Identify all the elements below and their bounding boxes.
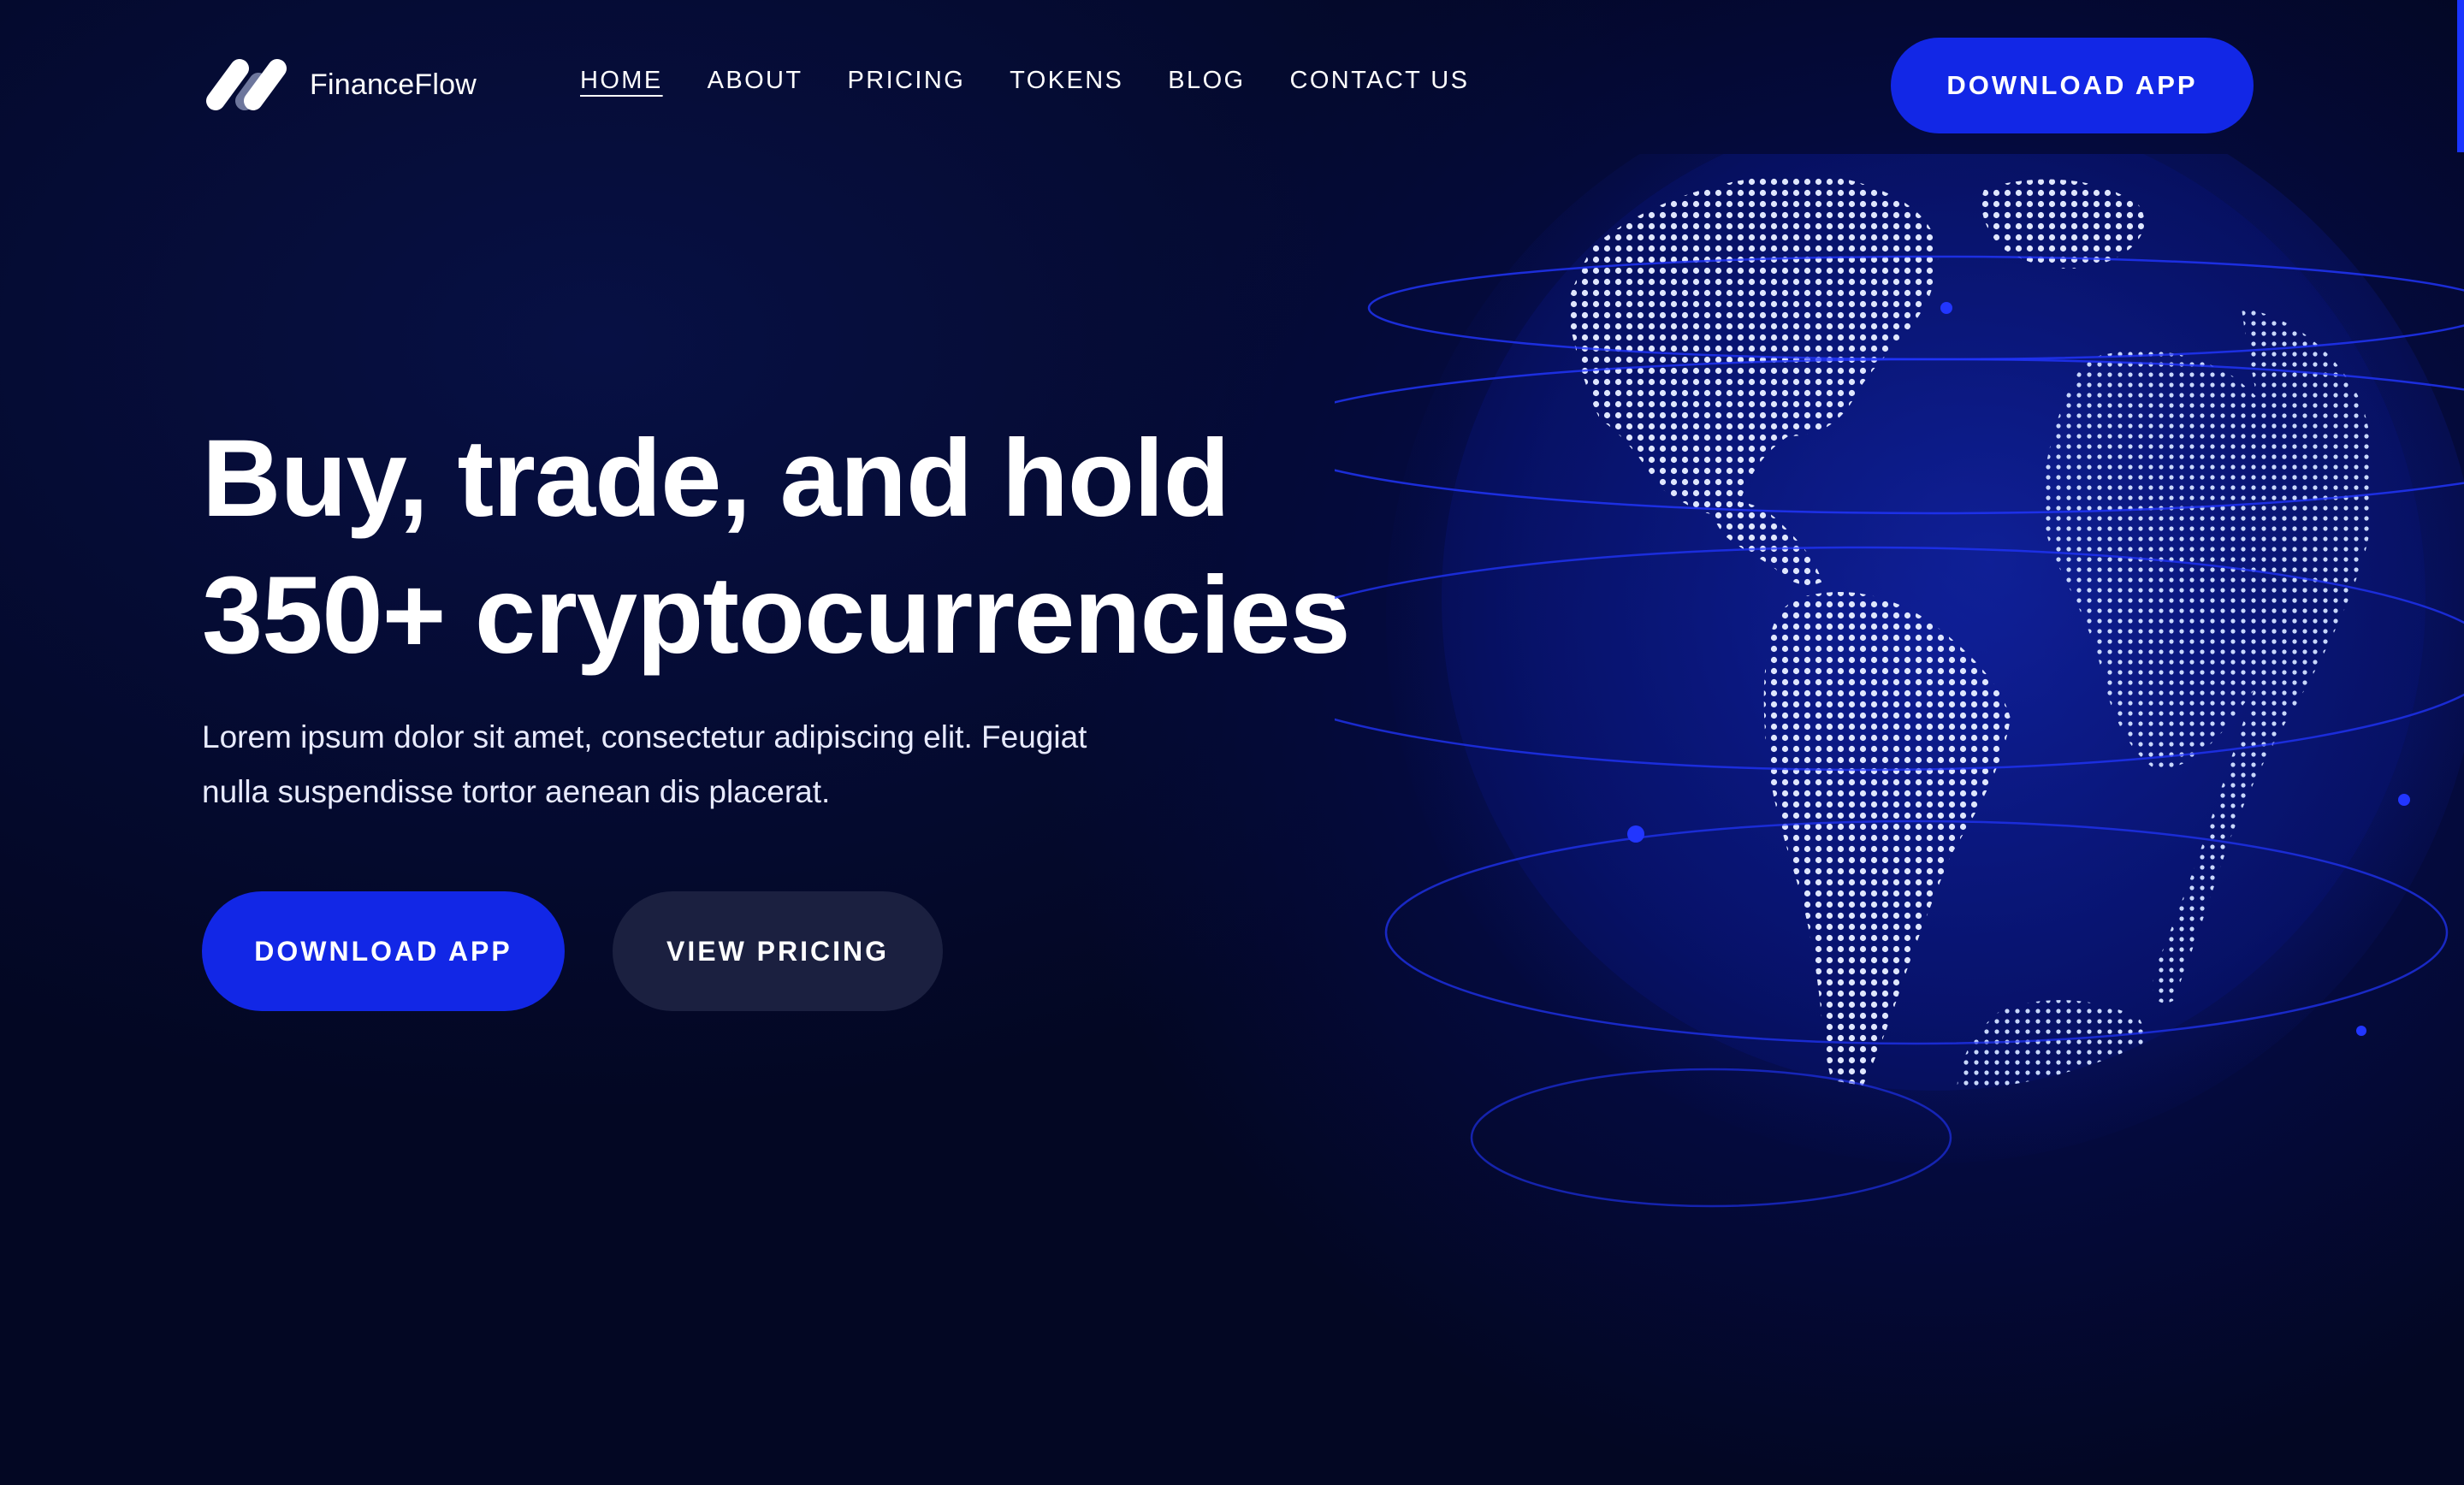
nav-about[interactable]: ABOUT bbox=[708, 67, 803, 100]
view-pricing-button[interactable]: VIEW PRICING bbox=[613, 891, 943, 1011]
nav-blog[interactable]: BLOG bbox=[1168, 67, 1245, 100]
hero-headline-line-2: 350+ cryptocurrencies bbox=[202, 554, 1351, 677]
hero-headline-line-1: Buy, trade, and hold bbox=[202, 417, 1230, 540]
landing-page: FinanceFlow HOME ABOUT PRICING TOKENS BL… bbox=[0, 0, 2464, 1485]
hero-download-app-button[interactable]: DOWNLOAD APP bbox=[202, 891, 565, 1011]
nav-contact-us[interactable]: CONTACT US bbox=[1289, 67, 1469, 100]
scrollbar-thumb[interactable] bbox=[2457, 0, 2464, 152]
brand-logo[interactable]: FinanceFlow bbox=[202, 56, 477, 113]
header-download-app-button[interactable]: DOWNLOAD APP bbox=[1891, 38, 2254, 133]
brand-name: FinanceFlow bbox=[310, 68, 477, 101]
nav-tokens[interactable]: TOKENS bbox=[1010, 67, 1123, 100]
hero-subtext: Lorem ipsum dolor sit amet, consectetur … bbox=[202, 719, 1087, 809]
nav-pricing[interactable]: PRICING bbox=[848, 67, 966, 100]
nav-home[interactable]: HOME bbox=[580, 67, 663, 100]
orbit-node bbox=[1940, 302, 1952, 314]
financeflow-logo-icon bbox=[206, 59, 287, 110]
orbit-node bbox=[1627, 825, 1644, 843]
orbit-node bbox=[2356, 1026, 2366, 1036]
dotted-world-globe-illustration bbox=[1335, 154, 2464, 1208]
orbit-node bbox=[2398, 794, 2410, 806]
main-nav: HOME ABOUT PRICING TOKENS BLOG CONTACT U… bbox=[580, 67, 1513, 100]
